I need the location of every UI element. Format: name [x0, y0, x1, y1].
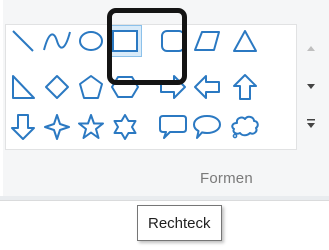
tooltip-text: Rechteck	[148, 214, 211, 232]
gallery-more-button[interactable]	[298, 106, 324, 142]
shape-parallelogram[interactable]	[190, 25, 224, 57]
rectangle-icon	[112, 30, 138, 52]
paint-shapes-panel: Formen Rechteck	[0, 0, 329, 250]
shape-left-arrow[interactable]	[190, 71, 224, 103]
gallery-more-icon	[307, 119, 315, 128]
group-label-formen: Formen	[200, 170, 253, 187]
line-icon	[12, 30, 34, 52]
up-arrow-icon	[233, 74, 257, 100]
oval-icon	[79, 31, 103, 51]
triangle-icon	[233, 30, 257, 52]
scroll-up-icon	[307, 46, 315, 51]
shape-six-point-star[interactable]	[108, 111, 142, 143]
shape-hexagon[interactable]	[108, 71, 142, 103]
gallery-scroll-controls	[298, 30, 324, 142]
five-point-star-icon	[78, 114, 104, 139]
shape-oval[interactable]	[74, 25, 108, 57]
shape-curve[interactable]	[40, 25, 74, 57]
shape-four-point-star[interactable]	[40, 111, 74, 143]
shapes-gallery[interactable]	[5, 24, 297, 150]
gallery-scroll-up-button[interactable]	[298, 30, 324, 66]
shape-pentagon[interactable]	[74, 71, 108, 103]
left-arrow-icon	[194, 75, 220, 99]
shape-right-arrow[interactable]	[156, 71, 190, 103]
rounded-rectangle-callout-icon	[159, 115, 187, 139]
right-triangle-icon	[12, 75, 35, 99]
oval-callout-icon	[193, 115, 221, 139]
shape-right-triangle[interactable]	[6, 71, 40, 103]
down-arrow-icon	[11, 114, 35, 140]
hexagon-icon	[111, 76, 139, 98]
scroll-down-icon	[307, 84, 315, 89]
shape-line[interactable]	[6, 25, 40, 57]
shape-rounded-rectangle-callout[interactable]	[156, 111, 190, 143]
shape-oval-callout[interactable]	[190, 111, 224, 143]
gallery-scroll-down-button[interactable]	[298, 68, 324, 104]
shape-cloud-callout[interactable]	[228, 111, 262, 143]
shapes-ribbon-group: Formen	[0, 0, 329, 201]
tooltip: Rechteck	[137, 205, 222, 241]
shape-rounded-rectangle[interactable]	[156, 25, 190, 57]
shape-diamond[interactable]	[40, 71, 74, 103]
diamond-icon	[45, 75, 69, 99]
shape-down-arrow[interactable]	[6, 111, 40, 143]
shape-five-point-star[interactable]	[74, 111, 108, 143]
parallelogram-icon	[194, 31, 220, 51]
curve-icon	[43, 31, 71, 51]
shape-rectangle[interactable]	[108, 25, 142, 57]
shape-triangle[interactable]	[228, 25, 262, 57]
four-point-star-icon	[44, 114, 70, 140]
rounded-rectangle-icon	[161, 30, 185, 52]
pentagon-icon	[79, 75, 103, 99]
right-arrow-icon	[160, 75, 186, 99]
shape-up-arrow[interactable]	[228, 71, 262, 103]
cloud-callout-icon	[231, 115, 259, 139]
six-point-star-icon	[113, 114, 137, 140]
